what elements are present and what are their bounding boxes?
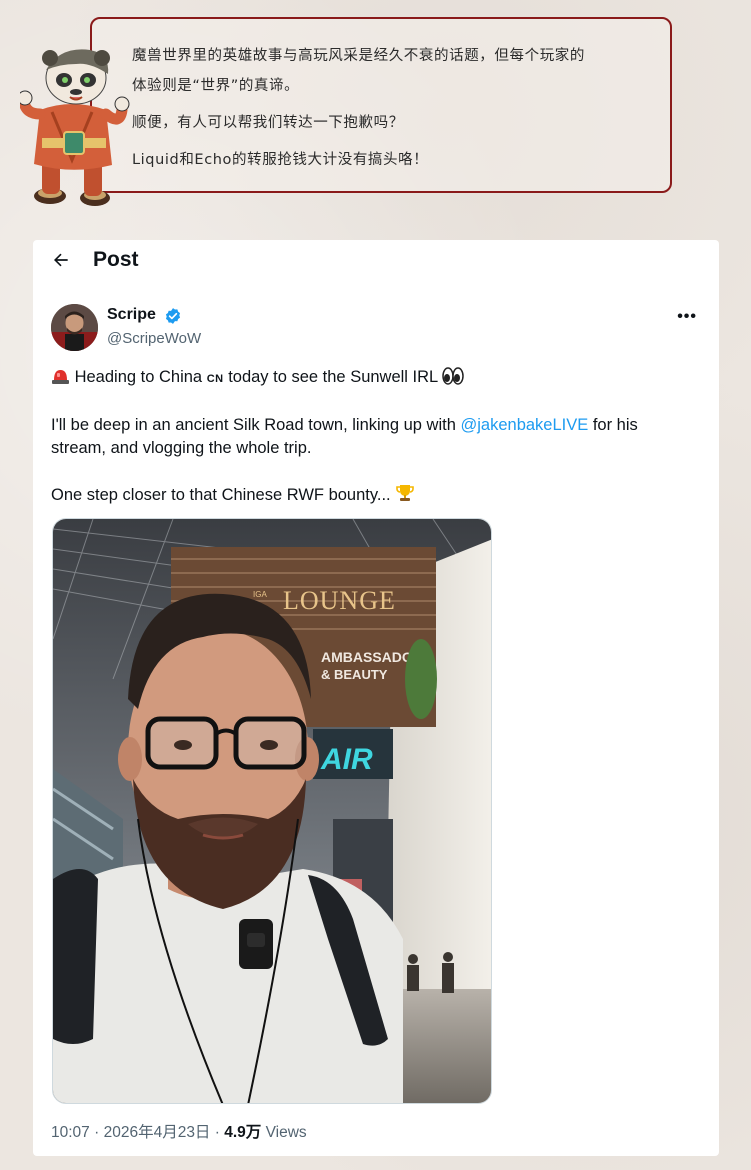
intro-speech-box: 魔兽世界里的英雄故事与高玩风采是经久不衰的话题，但每个玩家的 体验则是“世界”的…	[90, 17, 672, 193]
tweet-line-4: One step closer to that Chinese RWF boun…	[51, 483, 701, 507]
avatar-image	[51, 304, 98, 351]
tweet-spacer-2	[51, 460, 701, 483]
tweet-line-1-start: Heading to China	[74, 368, 203, 386]
cn-flag-tag: CN	[206, 373, 224, 385]
back-arrow-icon[interactable]	[51, 250, 71, 270]
post-card: Post Scripe @ScripeWoW ••• Heading to Ch…	[33, 240, 719, 1156]
tweet-line-4-text: One step closer to that Chinese RWF boun…	[51, 486, 391, 504]
mention-link-jakenbakelive[interactable]: @jakenbakeLIVE	[461, 416, 589, 434]
post-time[interactable]: 10:07	[51, 1124, 90, 1141]
trophy-emoji	[396, 485, 415, 501]
author-avatar[interactable]	[51, 304, 98, 351]
post-page-title: Post	[93, 248, 139, 271]
intro-line-1: 魔兽世界里的英雄故事与高玩风采是经久不衰的话题，但每个玩家的	[132, 48, 585, 64]
tweet-body: Heading to China CN today to see the Sun…	[51, 366, 701, 507]
intro-paragraph-1: 魔兽世界里的英雄故事与高玩风采是经久不衰的话题，但每个玩家的 体验则是“世界”的…	[132, 41, 654, 101]
tweet-line-2-end: for his	[592, 416, 638, 434]
views-label: Views	[265, 1124, 307, 1141]
post-header-bar: Post	[33, 240, 719, 284]
tweet-line-2: I'll be deep in an ancient Silk Road tow…	[51, 414, 701, 437]
airport-selfie-image: LOUNGE IGA AMBASSADOR & BEAUTY AIR	[53, 519, 491, 1103]
tweet-line-2-start: I'll be deep in an ancient Silk Road tow…	[51, 416, 456, 434]
beauty-sign-text: & BEAUTY	[321, 667, 388, 682]
views-count: 4.9万	[224, 1124, 262, 1141]
rotating-light-emoji	[52, 370, 69, 384]
lounge-sign-prefix: IGA	[253, 590, 267, 599]
verified-badge-icon	[165, 308, 181, 324]
meta-separator-2: ·	[214, 1124, 220, 1141]
tweet-line-1-end: today to see the Sunwell IRL	[228, 368, 438, 386]
tweet-line-1: Heading to China CN today to see the Sun…	[51, 366, 701, 391]
eyes-emoji	[442, 367, 464, 385]
more-options-icon[interactable]: •••	[677, 308, 697, 326]
author-display-name[interactable]: Scripe	[107, 306, 156, 324]
intro-paragraph-2: 顺便，有人可以帮我们转达一下抱歉吗？	[132, 115, 404, 131]
post-date[interactable]: 2026年4月23日	[104, 1124, 211, 1141]
intro-paragraph-3: Liquid和Echo的转服抢钱大计没有搞头咯！	[132, 152, 429, 168]
meta-separator: ·	[94, 1124, 100, 1141]
tweet-photo[interactable]: LOUNGE IGA AMBASSADOR & BEAUTY AIR	[52, 518, 492, 1104]
author-handle[interactable]: @ScripeWoW	[107, 330, 201, 347]
tweet-line-3: stream, and vlogging the whole trip.	[51, 439, 312, 457]
tweet-spacer-1	[51, 391, 701, 414]
lounge-sign-text: LOUNGE	[283, 586, 396, 615]
pandaren-mascot-illustration	[20, 49, 130, 206]
post-metadata: 10:07 · 2026年4月23日 · 4.9万 Views	[51, 1120, 307, 1142]
air-sign-text: AIR	[320, 743, 373, 776]
intro-line-2: 体验则是“世界”的真谛。	[132, 78, 300, 94]
